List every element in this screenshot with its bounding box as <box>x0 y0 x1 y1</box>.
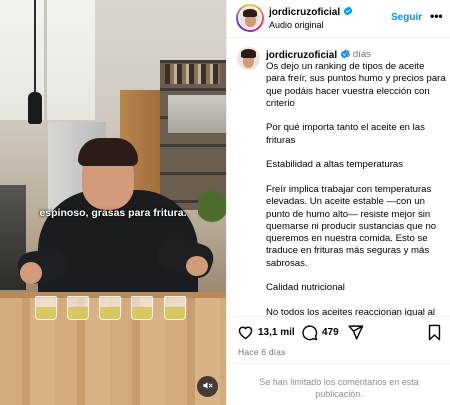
comment-icon[interactable] <box>301 324 318 346</box>
video-oil-glass <box>99 296 121 320</box>
video-oil-glass <box>35 296 57 320</box>
comment-count[interactable]: 479 <box>322 327 339 338</box>
caption-text: Os dejo un ranking de tipos de aceite pa… <box>266 61 446 316</box>
video-oil-glass <box>67 296 89 320</box>
video-chef-hand-right <box>186 256 208 276</box>
caption-avatar[interactable] <box>237 47 260 70</box>
comments-limited-notice: Se han limitado los comentarios en esta … <box>227 363 450 405</box>
more-options-icon[interactable]: ••• <box>430 9 443 23</box>
caption-paragraph: Por qué importa tanto el aceite en las f… <box>266 122 425 146</box>
like-icon[interactable] <box>237 324 254 346</box>
header-username-text[interactable]: jordicruzoficial <box>269 7 340 18</box>
reel-video[interactable]: espinoso, grasas para fritura. <box>0 0 226 405</box>
header-username[interactable]: jordicruzoficial <box>269 6 353 19</box>
video-chef-hand-left <box>20 262 42 284</box>
video-range-hood <box>168 95 226 133</box>
video-oil-glass <box>131 296 153 320</box>
save-bookmark-icon[interactable] <box>427 324 442 346</box>
post-panel: jordicruzoficial Audio original Seguir •… <box>226 0 450 405</box>
video-bottles <box>165 64 220 84</box>
follow-button[interactable]: Seguir <box>391 12 422 23</box>
post-time-ago[interactable]: 6 días <box>345 49 371 60</box>
video-subtitle: espinoso, grasas para fritura. <box>39 207 187 219</box>
video-window-background <box>0 0 95 120</box>
post-header: jordicruzoficial Audio original Seguir •… <box>227 0 450 38</box>
post-footer: 13,1 mil 479 Hace 6 días Se han limitado… <box>227 316 450 405</box>
share-icon[interactable] <box>347 324 364 346</box>
caption-paragraph: Os dejo un ranking de tipos de aceite pa… <box>266 61 446 109</box>
video-oil-glass <box>164 296 186 320</box>
video-lamp-cord <box>34 0 36 98</box>
caption-paragraph: Calidad nutricional <box>266 282 345 294</box>
caption-paragraph: Estabilidad a altas temperaturas <box>266 159 404 171</box>
speaker-muted-icon <box>202 378 213 396</box>
caption-username-text[interactable]: jordicruzoficial <box>266 50 337 61</box>
post-caption-area: jordicruzoficial 6 días Os dejo un ranki… <box>227 39 450 316</box>
story-ring[interactable] <box>236 4 264 32</box>
avatar <box>238 6 262 30</box>
mute-button[interactable] <box>197 376 218 397</box>
post-date[interactable]: Hace 6 días <box>238 347 286 357</box>
caption-paragraph: Freír implica trabajar con temperaturas … <box>266 183 437 269</box>
verified-badge-icon <box>343 6 353 19</box>
caption-paragraph: No todos los aceites reaccionan igual al <box>266 306 436 316</box>
video-pendant-lamp <box>28 92 42 124</box>
audio-original-link[interactable]: Audio original <box>269 20 324 30</box>
like-count[interactable]: 13,1 mil <box>258 327 295 338</box>
video-chef-hair <box>78 138 138 166</box>
